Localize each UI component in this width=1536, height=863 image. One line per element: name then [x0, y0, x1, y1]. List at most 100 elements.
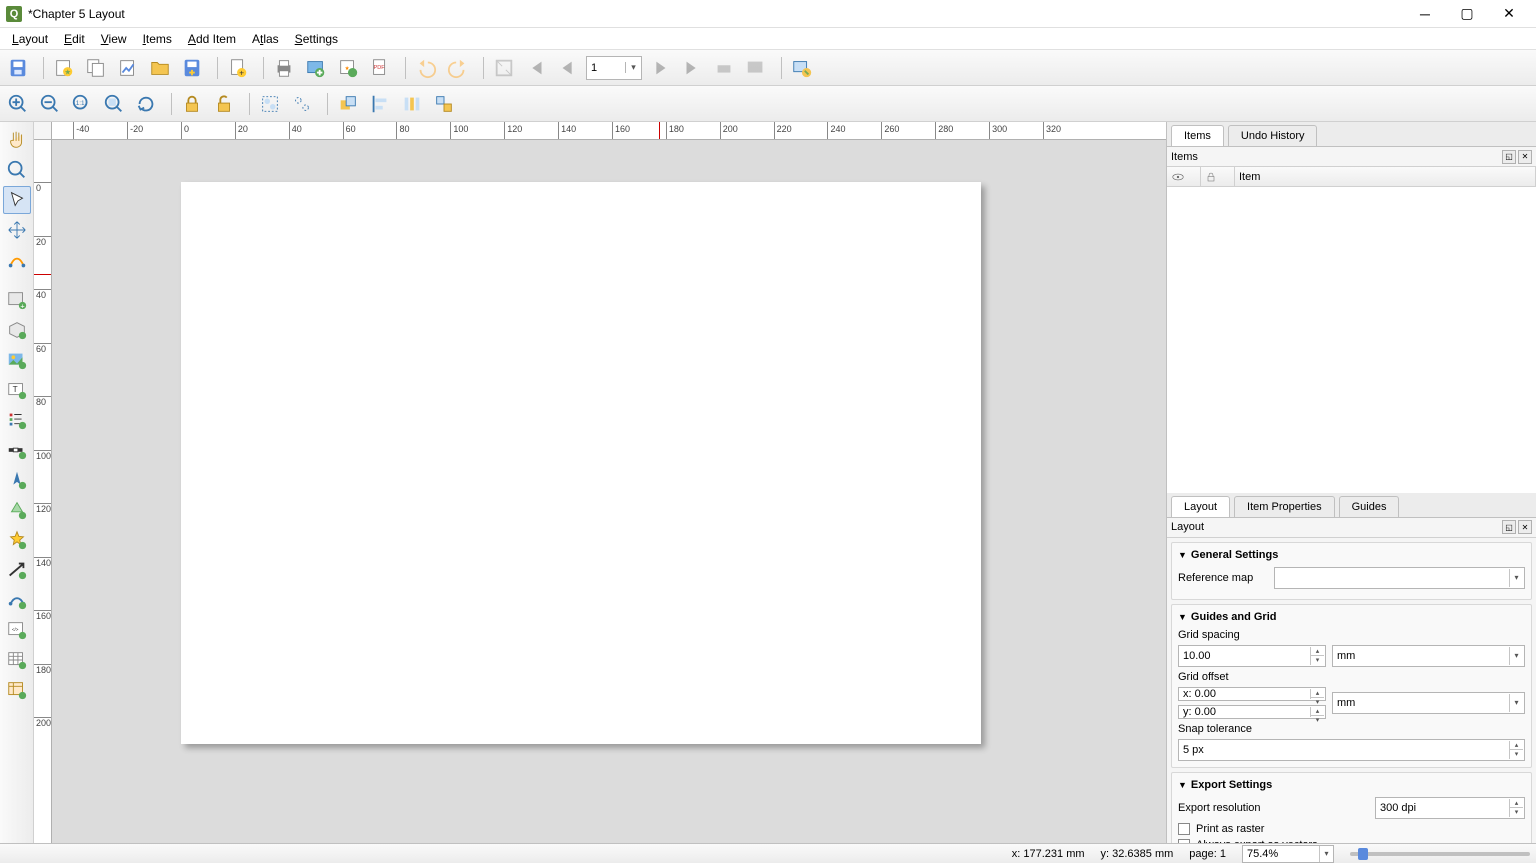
- export-resolution-spin[interactable]: 300 dpi ▴▾: [1375, 797, 1525, 819]
- menu-settings[interactable]: Settings: [287, 30, 346, 48]
- group-icon[interactable]: [256, 90, 284, 118]
- atlas-settings-icon[interactable]: [788, 54, 816, 82]
- zoom-slider-thumb[interactable]: [1358, 848, 1368, 860]
- items-col-item[interactable]: Item: [1235, 167, 1536, 186]
- always-vectors-checkbox[interactable]: [1178, 839, 1190, 844]
- export-image-icon[interactable]: [302, 54, 330, 82]
- menu-edit[interactable]: Edit: [56, 30, 93, 48]
- undo-icon[interactable]: [412, 54, 440, 82]
- menu-layout[interactable]: Layout: [4, 30, 56, 48]
- zoom-combo[interactable]: 75.4% ▾: [1242, 845, 1334, 863]
- move-content-tool-icon[interactable]: [3, 216, 31, 244]
- tab-guides[interactable]: Guides: [1339, 496, 1400, 517]
- ruler-horizontal[interactable]: -40-200204060801001201401601802002202402…: [34, 122, 1166, 140]
- atlas-page-dropdown-icon[interactable]: ▾: [625, 62, 641, 73]
- items-undock-button[interactable]: ◱: [1502, 150, 1516, 164]
- print-as-raster-checkbox[interactable]: [1178, 823, 1190, 835]
- export-pdf-icon[interactable]: PDF: [366, 54, 394, 82]
- add-arrow-icon[interactable]: [3, 556, 31, 584]
- print-atlas-icon[interactable]: [710, 54, 738, 82]
- save-icon[interactable]: [4, 54, 32, 82]
- tab-undo-history[interactable]: Undo History: [1228, 125, 1318, 146]
- raise-icon[interactable]: [334, 90, 362, 118]
- add-picture-icon[interactable]: [3, 346, 31, 374]
- add-marker-icon[interactable]: [3, 526, 31, 554]
- add-scalebar-icon[interactable]: [3, 436, 31, 464]
- tab-layout[interactable]: Layout: [1171, 496, 1230, 517]
- export-atlas-icon[interactable]: [742, 54, 770, 82]
- save-as-template-icon[interactable]: [178, 54, 206, 82]
- select-tool-icon[interactable]: [3, 186, 31, 214]
- ungroup-icon[interactable]: [288, 90, 316, 118]
- zoom-out-icon[interactable]: [36, 90, 64, 118]
- minimize-button[interactable]: ─: [1404, 0, 1446, 28]
- grid-offset-y-spin[interactable]: y: 0.00 ▴▾: [1178, 705, 1326, 719]
- first-feature-icon[interactable]: [522, 54, 550, 82]
- maximize-button[interactable]: ▢: [1446, 0, 1488, 28]
- menu-view[interactable]: View: [93, 30, 135, 48]
- add-north-arrow-icon[interactable]: [3, 466, 31, 494]
- add-node-item-icon[interactable]: [3, 586, 31, 614]
- duplicate-layout-icon[interactable]: [82, 54, 110, 82]
- distribute-icon[interactable]: [398, 90, 426, 118]
- align-left-icon[interactable]: [366, 90, 394, 118]
- pan-tool-icon[interactable]: [3, 126, 31, 154]
- unlock-icon[interactable]: [210, 90, 238, 118]
- layout-page[interactable]: [181, 182, 981, 744]
- zoom-tool-icon[interactable]: [3, 156, 31, 184]
- resize-icon[interactable]: [430, 90, 458, 118]
- add-legend-icon[interactable]: [3, 406, 31, 434]
- add-attribute-table-icon[interactable]: [3, 646, 31, 674]
- export-svg-icon[interactable]: ★: [334, 54, 362, 82]
- items-close-button[interactable]: ✕: [1518, 150, 1532, 164]
- add-3dmap-icon[interactable]: [3, 316, 31, 344]
- prev-feature-icon[interactable]: [554, 54, 582, 82]
- layout-close-button[interactable]: ✕: [1518, 520, 1532, 534]
- spin-up-icon[interactable]: ▴: [1311, 647, 1324, 657]
- reference-map-combo[interactable]: ▾: [1274, 567, 1525, 589]
- last-feature-icon[interactable]: [678, 54, 706, 82]
- layout-undock-button[interactable]: ◱: [1502, 520, 1516, 534]
- grid-offset-unit-combo[interactable]: mm ▾: [1332, 692, 1525, 714]
- items-col-visible[interactable]: [1167, 167, 1201, 186]
- add-pages-icon[interactable]: +: [224, 54, 252, 82]
- grid-spacing-spin[interactable]: 10.00 ▴▾: [1178, 645, 1326, 667]
- group-general-header[interactable]: ▼General Settings: [1178, 549, 1525, 561]
- grid-spacing-unit-combo[interactable]: mm ▾: [1332, 645, 1525, 667]
- redo-icon[interactable]: [444, 54, 472, 82]
- spin-down-icon[interactable]: ▾: [1311, 656, 1324, 665]
- layout-manager-icon[interactable]: [114, 54, 142, 82]
- new-layout-icon[interactable]: ★: [50, 54, 78, 82]
- refresh-icon[interactable]: [132, 90, 160, 118]
- group-grid-header[interactable]: ▼Guides and Grid: [1178, 611, 1525, 623]
- print-icon[interactable]: [270, 54, 298, 82]
- atlas-page-input[interactable]: [587, 62, 625, 74]
- grid-offset-x-spin[interactable]: x: 0.00 ▴▾: [1178, 687, 1326, 701]
- menu-items[interactable]: Items: [135, 30, 180, 48]
- add-map-icon[interactable]: +: [3, 286, 31, 314]
- open-folder-icon[interactable]: [146, 54, 174, 82]
- edit-nodes-tool-icon[interactable]: [3, 246, 31, 274]
- zoom-in-icon[interactable]: [4, 90, 32, 118]
- tab-item-properties[interactable]: Item Properties: [1234, 496, 1335, 517]
- snap-tolerance-spin[interactable]: 5 px ▴▾: [1178, 739, 1525, 761]
- tab-items[interactable]: Items: [1171, 125, 1224, 146]
- zoom-full-icon[interactable]: [490, 54, 518, 82]
- layout-properties-panel[interactable]: ▼General Settings Reference map ▾ ▼Guide…: [1167, 538, 1536, 844]
- layout-canvas[interactable]: [52, 140, 1166, 843]
- add-label-icon[interactable]: T: [3, 376, 31, 404]
- next-feature-icon[interactable]: [646, 54, 674, 82]
- items-col-locked[interactable]: [1201, 167, 1235, 186]
- atlas-page-spin[interactable]: ▾: [586, 56, 642, 80]
- group-export-header[interactable]: ▼Export Settings: [1178, 779, 1525, 791]
- add-fixed-table-icon[interactable]: [3, 676, 31, 704]
- lock-icon[interactable]: [178, 90, 206, 118]
- add-shape-icon[interactable]: [3, 496, 31, 524]
- menu-atlas[interactable]: Atlas: [244, 30, 287, 48]
- zoom-slider[interactable]: [1350, 852, 1530, 856]
- menu-add-item[interactable]: Add Item: [180, 30, 244, 48]
- close-button[interactable]: ✕: [1488, 0, 1530, 28]
- zoom-100-icon[interactable]: 1:1: [68, 90, 96, 118]
- items-table-body[interactable]: [1167, 187, 1536, 493]
- zoom-fit-icon[interactable]: [100, 90, 128, 118]
